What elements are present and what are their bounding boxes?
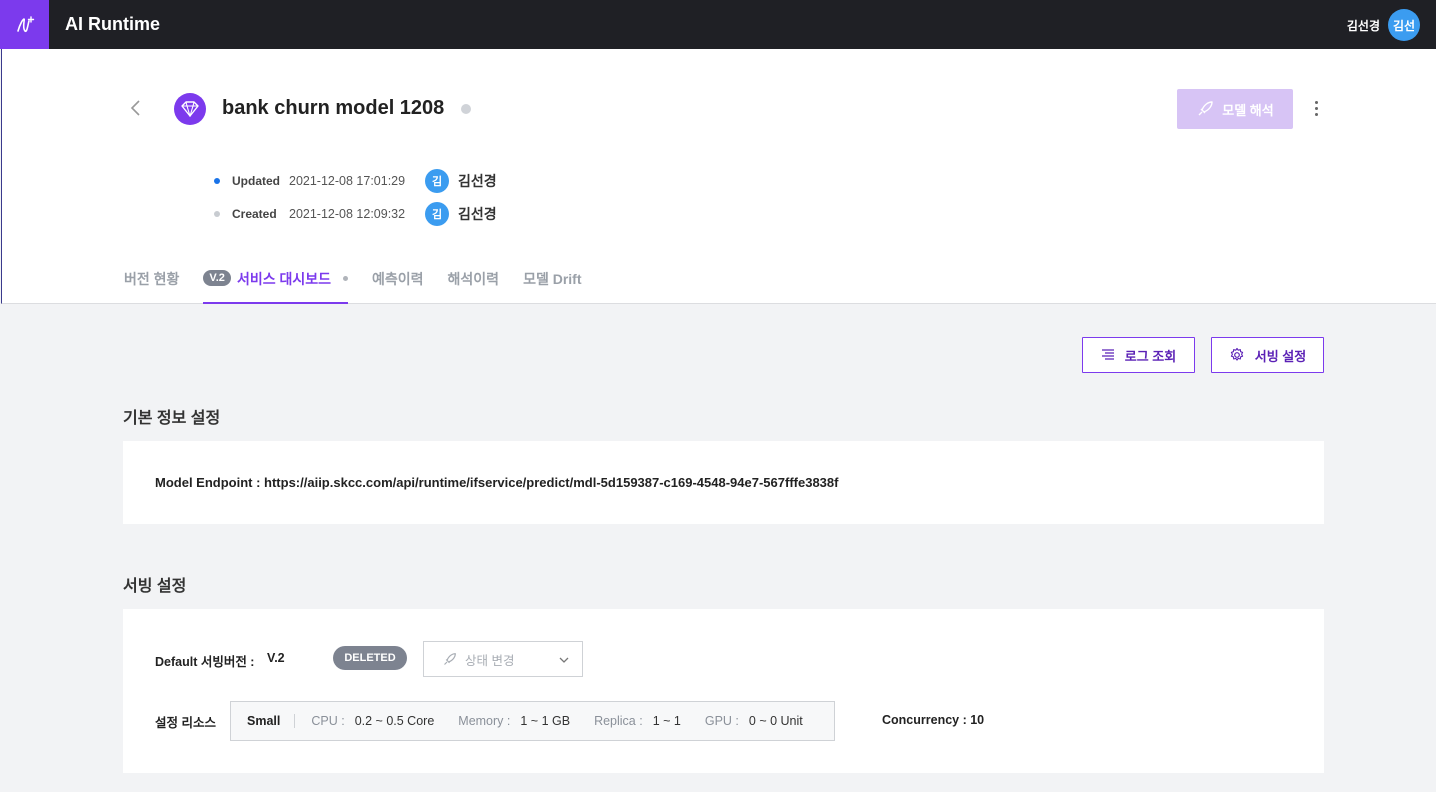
tab-prediction-history[interactable]: 예측이력: [372, 264, 424, 304]
version-badge: V.2: [203, 270, 231, 286]
resource-label: 설정 리소스: [155, 716, 216, 730]
model-title: bank churn model 1208: [222, 97, 445, 119]
status-badge: DELETED: [333, 646, 407, 670]
interpret-label: 모델 해석: [1222, 102, 1274, 118]
user-avatar[interactable]: 김선: [1388, 9, 1420, 41]
created-user: 김선경: [458, 206, 497, 222]
rocket-icon: [444, 652, 456, 665]
model-endpoint: Model Endpoint : https://aiip.skcc.com/a…: [155, 475, 839, 490]
gear-icon: [1230, 347, 1243, 361]
cpu-label: CPU :: [311, 714, 345, 728]
gpu-value: 0 ~ 0 Unit: [748, 714, 803, 728]
default-version-value: V.2: [267, 651, 285, 665]
log-view-button[interactable]: 로그 조회: [1082, 337, 1195, 373]
state-change-select[interactable]: 상태 변경: [423, 641, 583, 677]
created-dot: [214, 211, 220, 217]
model-header: bank churn model 1208 모델 해석 Updated 2021…: [1, 49, 1436, 304]
basic-info-title: 기본 정보 설정: [123, 410, 221, 427]
updated-row: Updated 2021-12-08 17:01:29 김 김선경: [214, 169, 497, 193]
serving-card: Default 서빙버전 : V.2 DELETED 상태 변경 설정 리소스 …: [123, 609, 1324, 773]
model-status-dot: [461, 104, 471, 114]
list-icon: [1101, 349, 1114, 360]
diamond-icon: [174, 93, 206, 125]
tab-bar: 버전 현황 V.2 서비스 대시보드 예측이력 해석이력 모델 Drift: [124, 264, 606, 304]
top-bar: AI Runtime 김선경 김선: [0, 0, 1436, 49]
created-row: Created 2021-12-08 12:09:32 김 김선경: [214, 202, 497, 226]
concurrency: Concurrency : 10: [882, 713, 985, 727]
default-version-label: Default 서빙버전 :: [155, 655, 255, 669]
memory-value: 1 ~ 1 GB: [520, 714, 571, 728]
memory-label: Memory :: [458, 714, 511, 728]
tab-service-dashboard[interactable]: V.2 서비스 대시보드: [203, 264, 348, 304]
state-change-placeholder: 상태 변경: [465, 653, 515, 668]
tab-status-dot: [343, 276, 348, 281]
app-title: AI Runtime: [65, 14, 161, 34]
resource-size: Small: [247, 714, 296, 728]
rocket-icon: [1198, 101, 1213, 116]
updated-label: Updated: [232, 174, 280, 188]
cpu-value: 0.2 ~ 0.5 Core: [354, 714, 435, 728]
replica-label: Replica :: [594, 714, 643, 728]
tab-model-drift[interactable]: 모델 Drift: [523, 264, 581, 304]
tab-interpretation-history[interactable]: 해석이력: [448, 264, 500, 304]
replica-value: 1 ~ 1: [652, 714, 681, 728]
avatar: 김: [425, 169, 449, 193]
gpu-label: GPU :: [704, 714, 739, 728]
chevron-down-icon: [559, 657, 569, 663]
interpret-model-button[interactable]: 모델 해석: [1177, 89, 1293, 129]
user-name[interactable]: 김선경: [1347, 17, 1380, 34]
tab-version-status[interactable]: 버전 현황: [124, 264, 179, 304]
back-icon[interactable]: [126, 97, 146, 119]
updated-user: 김선경: [458, 173, 497, 189]
updated-timestamp: 2021-12-08 17:01:29: [289, 174, 406, 188]
created-timestamp: 2021-12-08 12:09:32: [289, 207, 406, 221]
more-options-icon[interactable]: [1308, 97, 1324, 119]
avatar: 김: [425, 202, 449, 226]
ai-logo-icon[interactable]: [0, 0, 49, 49]
updated-dot: [214, 178, 220, 184]
created-label: Created: [232, 207, 277, 221]
basic-info-card: Model Endpoint : https://aiip.skcc.com/a…: [123, 441, 1324, 524]
resource-box: Small CPU : 0.2 ~ 0.5 Core Memory : 1 ~ …: [230, 701, 835, 741]
serving-title: 서빙 설정: [123, 578, 187, 595]
serving-settings-button[interactable]: 서빙 설정: [1211, 337, 1324, 373]
